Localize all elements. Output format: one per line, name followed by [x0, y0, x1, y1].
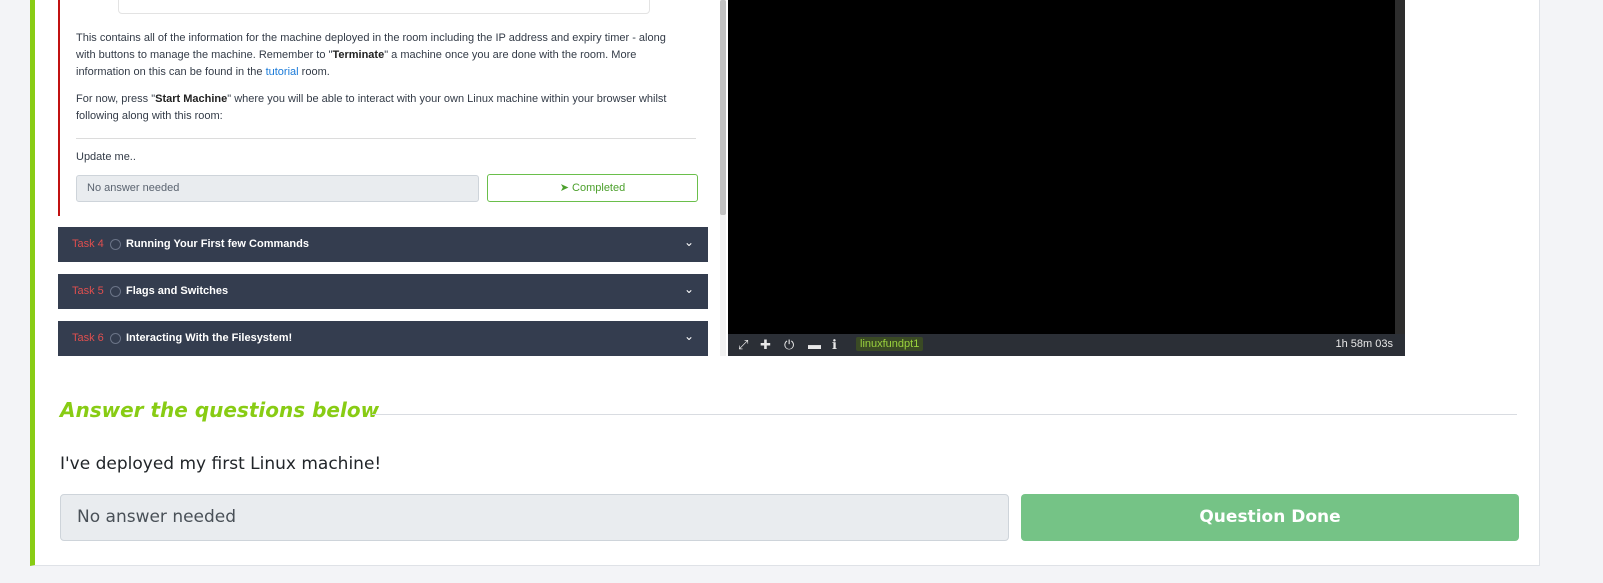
chevron-down-icon: ⌄ — [683, 329, 694, 343]
machine-name-badge: linuxfundpt1 — [856, 337, 924, 351]
task-4-header[interactable]: Task 4 Running Your First few Commands ⌄ — [58, 227, 708, 262]
questions-heading: Answer the questions below — [60, 398, 380, 422]
terminate-emphasis: Terminate — [332, 49, 385, 61]
heading-divider — [372, 414, 1517, 415]
paragraph-text: room. — [298, 66, 330, 78]
task-title: Running Your First few Commands — [126, 238, 309, 250]
task-number: Task 4 — [72, 238, 104, 250]
tutorial-link[interactable]: tutorial — [266, 66, 299, 78]
start-machine-emphasis: Start Machine — [155, 93, 228, 105]
terminal-scrollbar[interactable] — [1395, 0, 1405, 334]
question-label: Update me.. — [76, 151, 136, 163]
completed-button[interactable]: ➤ Completed — [487, 174, 698, 202]
expiry-timer: 1h 58m 03s — [1335, 338, 1393, 350]
question-text: I've deployed my first Linux machine! — [60, 454, 382, 474]
page: This contains all of the information for… — [0, 0, 1603, 583]
minus-icon[interactable]: ▬ — [808, 337, 821, 352]
embedded-answer-input[interactable]: No answer needed — [76, 175, 479, 202]
divider — [76, 138, 696, 139]
machine-info-paragraph: This contains all of the information for… — [76, 30, 686, 81]
plus-icon[interactable]: ✚ — [760, 337, 771, 353]
embedded-screenshot: This contains all of the information for… — [58, 0, 1405, 356]
start-machine-paragraph: For now, press "Start Machine" where you… — [76, 91, 686, 125]
task-number: Task 6 — [72, 332, 104, 344]
task-6-header[interactable]: Task 6 Interacting With the Filesystem! … — [58, 321, 708, 356]
task-status-circle-icon — [110, 239, 121, 250]
chevron-down-icon: ⌄ — [683, 282, 694, 296]
power-icon[interactable]: ⏻ — [784, 337, 794, 353]
task-number: Task 5 — [72, 285, 104, 297]
room-content-pane: This contains all of the information for… — [58, 0, 718, 356]
machine-terminal[interactable]: ⤢ ✚ ⏻ ▬ ℹ linuxfundpt1 1h 58m 03s — [728, 0, 1405, 356]
chevron-down-icon: ⌄ — [683, 235, 694, 249]
task-5-header[interactable]: Task 5 Flags and Switches ⌄ — [58, 274, 708, 309]
task-status-circle-icon — [110, 333, 121, 344]
terminal-toolbar: ⤢ ✚ ⏻ ▬ ℹ linuxfundpt1 1h 58m 03s — [728, 334, 1405, 356]
paper-plane-icon: ➤ — [559, 182, 569, 194]
expand-icon[interactable]: ⤢ — [738, 337, 748, 353]
machine-info-panel — [118, 0, 650, 14]
task-title: Flags and Switches — [126, 285, 229, 297]
question-done-button[interactable]: Question Done — [1021, 494, 1519, 541]
completed-label: Completed — [572, 182, 626, 194]
task-content-expanded: This contains all of the information for… — [58, 0, 708, 216]
content-scrollbar-thumb[interactable] — [720, 0, 726, 215]
task-title: Interacting With the Filesystem! — [126, 332, 293, 344]
task-status-circle-icon — [110, 286, 121, 297]
answer-input[interactable]: No answer needed — [60, 494, 1009, 541]
info-icon[interactable]: ℹ — [832, 337, 837, 353]
paragraph-text: For now, press " — [76, 93, 156, 105]
